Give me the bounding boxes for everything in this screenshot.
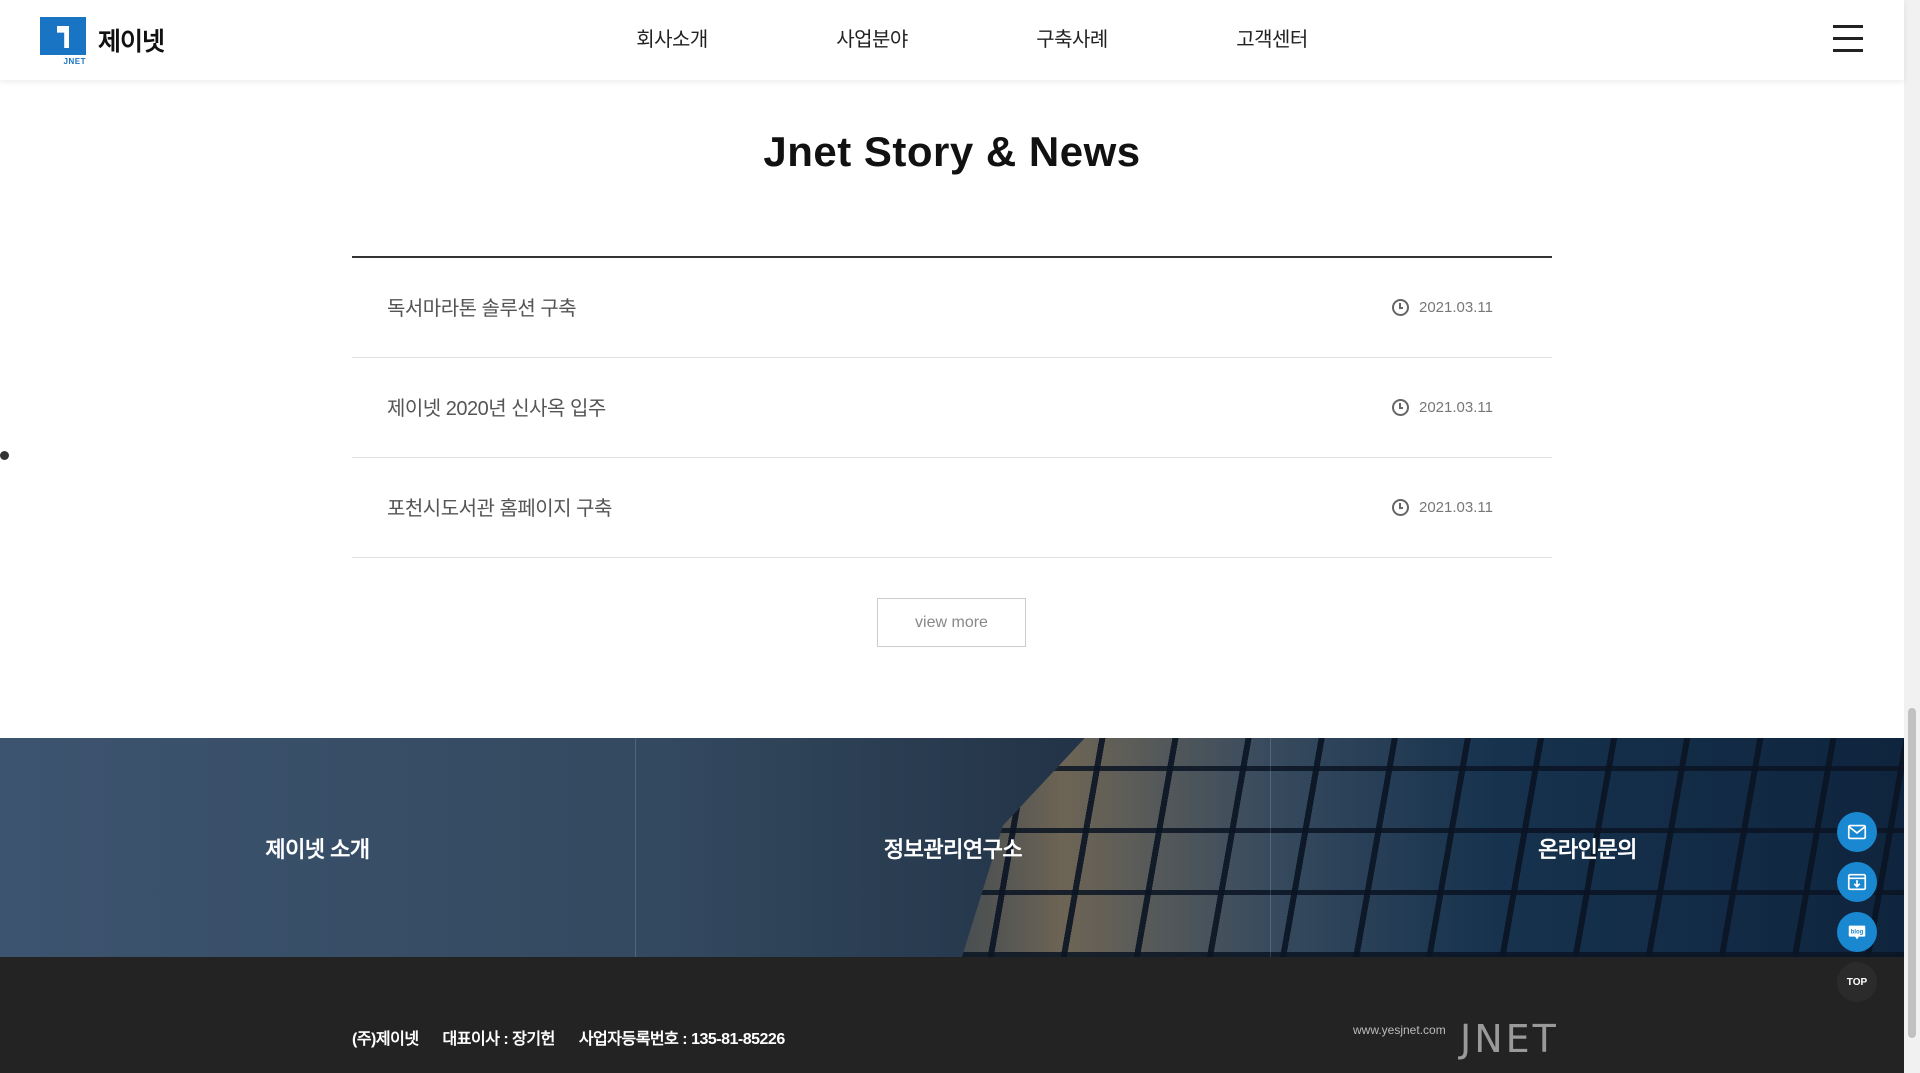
company-name: (주)제이넷 (352, 1031, 419, 1048)
news-subject[interactable]: 포천시도서관 홈페이지 구축 (387, 492, 612, 521)
hamburger-menu-icon[interactable] (1833, 25, 1863, 52)
main-nav: 회사소개 사업분야 구축사례 고객센터 (572, 0, 1372, 80)
news-subject[interactable]: 제이넷 2020년 신사옥 입주 (387, 392, 606, 421)
clock-icon (1392, 299, 1409, 316)
banner-link-company[interactable]: 제이넷 소개 (0, 738, 635, 957)
site-footer: (주)제이넷 대표이사 : 장기헌 사업자등록번호 : 135-81-85226… (0, 957, 1904, 1073)
nav-item-cases[interactable]: 구축사례 (972, 0, 1172, 80)
clock-icon (1392, 499, 1409, 516)
blog-icon[interactable]: blog (1837, 912, 1877, 952)
footer-logo: JNET (1460, 1017, 1559, 1061)
news-item[interactable]: 제이넷 2020년 신사옥 입주 2021.03.11 (352, 358, 1552, 458)
company-info: (주)제이넷 대표이사 : 장기헌 사업자등록번호 : 135-81-85226 (352, 1025, 785, 1049)
scroll-top-button[interactable]: TOP (1837, 962, 1877, 1002)
news-item[interactable]: 독서마라톤 솔루션 구축 2021.03.11 (352, 258, 1552, 358)
banner-link-inquiry[interactable]: 온라인문의 (1270, 738, 1904, 957)
nav-item-business[interactable]: 사업분야 (772, 0, 972, 80)
news-item[interactable]: 포천시도서관 홈페이지 구축 2021.03.11 (352, 458, 1552, 558)
news-date: 2021.03.11 (1392, 399, 1493, 416)
side-indicator-dot[interactable] (0, 451, 9, 460)
scrollbar-thumb[interactable] (1908, 708, 1916, 1038)
news-date-text: 2021.03.11 (1419, 499, 1493, 516)
page: JNET 제이넷 회사소개 사업분야 구축사례 고객센터 Jnet Story … (0, 0, 1920, 1073)
logo-text: 제이넷 (98, 28, 165, 56)
news-date-text: 2021.03.11 (1419, 299, 1493, 316)
scrollbar[interactable] (1904, 0, 1920, 1073)
news-date: 2021.03.11 (1392, 499, 1493, 516)
link-banner: 제이넷 소개 정보관리연구소 온라인문의 (0, 738, 1904, 957)
news-section-title: Jnet Story & News (763, 128, 1141, 175)
banner-link-research[interactable]: 정보관리연구소 (635, 738, 1270, 957)
site-logo[interactable]: JNET 제이넷 (40, 17, 165, 66)
news-list: 독서마라톤 솔루션 구축 2021.03.11 제이넷 2020년 신사옥 입주… (352, 256, 1552, 558)
site-header: JNET 제이넷 회사소개 사업분야 구축사례 고객센터 (0, 0, 1904, 80)
logo-icon: JNET (40, 17, 86, 66)
quick-menu: blog TOP (1837, 812, 1879, 1002)
clock-icon (1392, 399, 1409, 416)
view-more-button[interactable]: view more (877, 598, 1026, 647)
svg-text:blog: blog (1851, 929, 1864, 935)
ceo-name: 대표이사 : 장기헌 (442, 1031, 556, 1048)
download-icon[interactable] (1837, 862, 1877, 902)
news-date: 2021.03.11 (1392, 299, 1493, 316)
news-subject[interactable]: 독서마라톤 솔루션 구축 (387, 292, 577, 321)
business-number: 사업자등록번호 : 135-81-85226 (578, 1031, 785, 1048)
mail-icon[interactable] (1837, 812, 1877, 852)
news-date-text: 2021.03.11 (1419, 399, 1493, 416)
nav-item-company[interactable]: 회사소개 (572, 0, 772, 80)
nav-item-support[interactable]: 고객센터 (1172, 0, 1372, 80)
footer-site-url: www.yesjnet.com (1353, 1023, 1446, 1037)
